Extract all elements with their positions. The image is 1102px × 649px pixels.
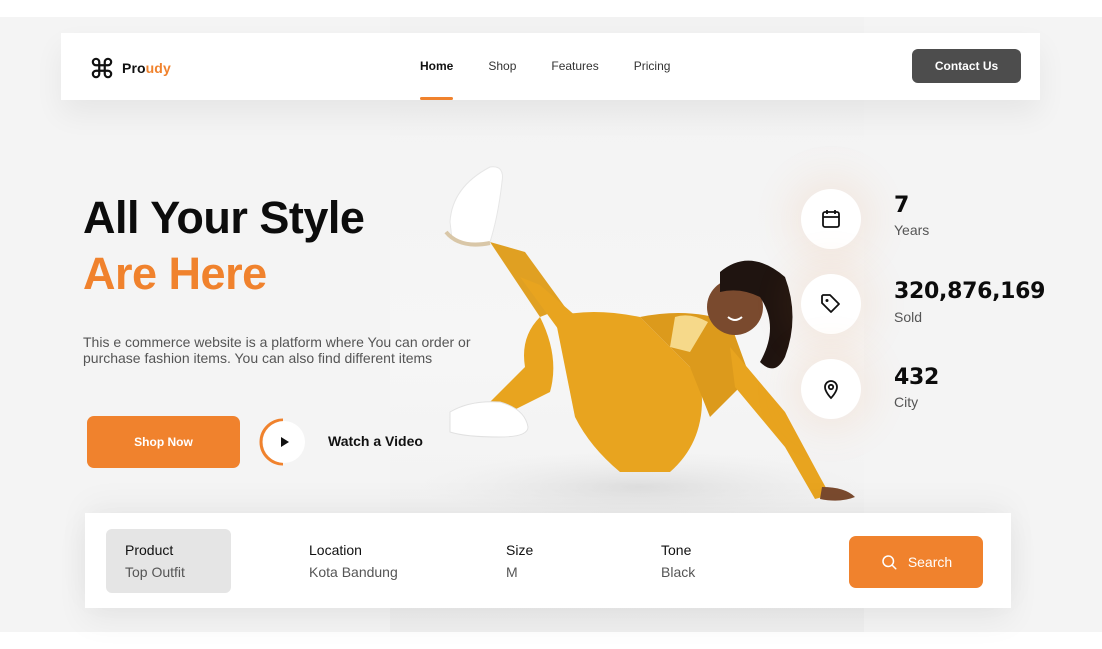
location-field[interactable]: Location Kota Bandung	[309, 513, 469, 608]
stat-sold-badge	[801, 274, 861, 334]
brand-logo[interactable]: Proudy	[91, 57, 171, 79]
stat-city-value: 432	[894, 365, 940, 390]
calendar-icon	[822, 210, 840, 228]
stat-years-value: 7	[894, 193, 910, 218]
top-navbar: Proudy Home Shop Features Pricing Contac…	[61, 33, 1040, 100]
command-icon	[91, 57, 113, 79]
product-field-value: Top Outfit	[125, 564, 185, 580]
stat-years-label: Years	[894, 222, 930, 238]
location-field-value: Kota Bandung	[309, 564, 398, 580]
shop-now-button[interactable]: Shop Now	[87, 416, 240, 468]
contact-us-button[interactable]: Contact Us	[912, 49, 1021, 83]
size-field[interactable]: Size M	[506, 513, 616, 608]
tone-field[interactable]: Tone Black	[661, 513, 781, 608]
search-icon	[882, 555, 897, 570]
nav-features[interactable]: Features	[551, 33, 598, 100]
search-button[interactable]: Search	[849, 536, 983, 588]
hero-headline-line-1: All Your Style	[83, 192, 365, 243]
nav-home[interactable]: Home	[420, 33, 454, 100]
search-panel: Product Top Outfit Location Kota Bandung…	[85, 513, 1011, 608]
stat-years-badge	[801, 189, 861, 249]
nav-pricing[interactable]: Pricing	[634, 33, 671, 100]
product-field[interactable]: Product Top Outfit	[106, 529, 231, 593]
play-video-button[interactable]	[258, 416, 308, 468]
tone-field-value: Black	[661, 564, 696, 580]
stat-city-label: City	[894, 394, 919, 410]
product-field-label: Product	[125, 542, 174, 558]
nav-shop[interactable]: Shop	[488, 33, 516, 100]
size-field-value: M	[506, 564, 518, 580]
stat-city-badge	[801, 359, 861, 419]
brand-name-part-1: Pro	[122, 60, 146, 76]
play-icon	[259, 418, 305, 466]
location-field-label: Location	[309, 542, 362, 558]
main-nav: Home Shop Features Pricing	[420, 33, 705, 100]
search-button-label: Search	[907, 554, 953, 570]
size-field-label: Size	[506, 542, 534, 558]
watch-video-link[interactable]: Watch a Video	[328, 433, 423, 449]
brand-name-part-2: udy	[145, 60, 171, 76]
hero-description: This e commerce website is a platform wh…	[83, 334, 471, 366]
tone-field-label: Tone	[661, 542, 692, 558]
location-pin-icon	[824, 380, 838, 400]
tag-icon	[821, 294, 840, 313]
brand-name: Proudy	[122, 60, 171, 76]
stat-sold-value: 320,876,169	[894, 279, 1046, 304]
hero-headline-line-2: Are Here	[83, 248, 267, 299]
stat-sold-label: Sold	[894, 309, 923, 325]
